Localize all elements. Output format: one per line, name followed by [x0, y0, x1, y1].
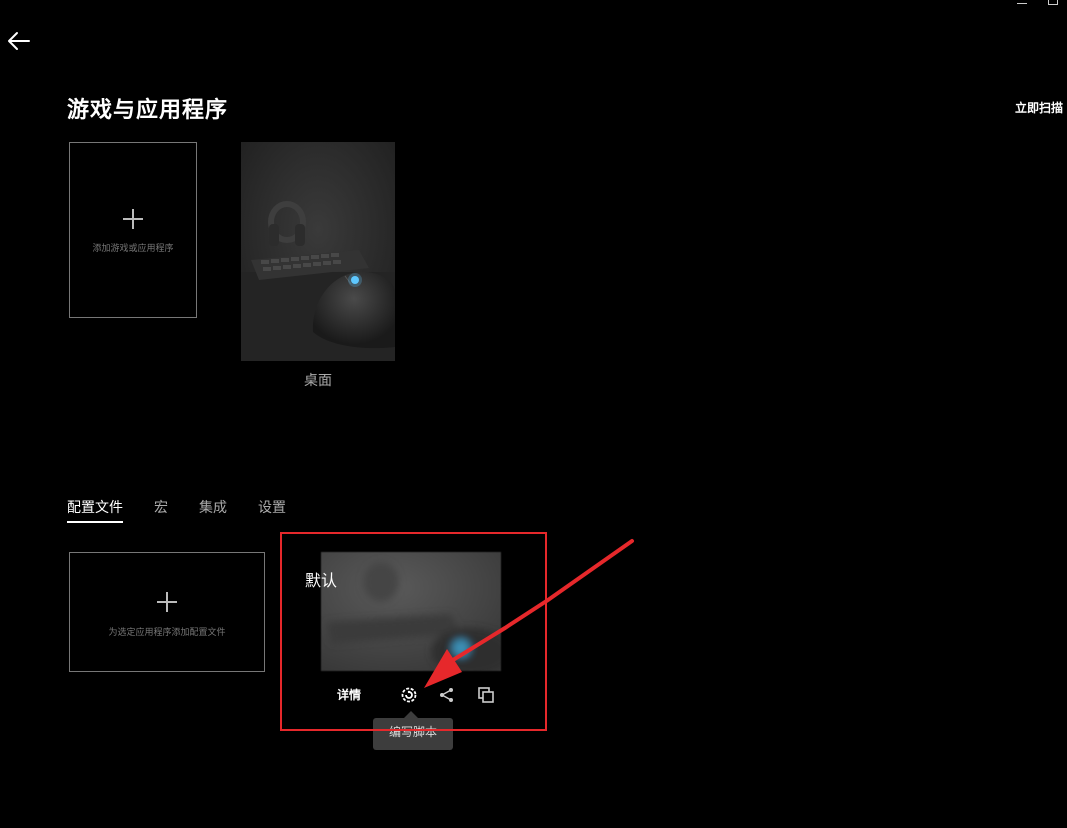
page-title: 游戏与应用程序 — [67, 98, 229, 123]
script-icon[interactable] — [398, 684, 420, 706]
desktop-app-card[interactable] — [241, 142, 395, 361]
maximize-icon[interactable] — [1047, 0, 1059, 6]
script-tooltip: 编写脚本 — [373, 718, 453, 750]
profile-thumbnail-image — [321, 552, 501, 671]
tab-integrations[interactable]: 集成 — [199, 497, 227, 523]
back-arrow-icon[interactable] — [6, 29, 32, 53]
profile-actions: 详情 — [330, 684, 510, 706]
app-window: 游戏与应用程序 立即扫描 添加游戏或应用程序 桌面 配置文件 宏 集成 设置 为… — [0, 0, 1067, 828]
profile-thumbnail[interactable] — [321, 552, 501, 671]
annotation-arrow-icon — [424, 539, 634, 688]
tooltip-arrow — [404, 711, 418, 718]
tab-profiles[interactable]: 配置文件 — [67, 497, 123, 523]
profile-tabs: 配置文件 宏 集成 设置 — [67, 497, 317, 523]
duplicate-icon[interactable] — [475, 684, 497, 706]
scan-now-link[interactable]: 立即扫描 — [1015, 99, 1063, 116]
tab-macros[interactable]: 宏 — [154, 497, 168, 523]
add-profile-label: 为选定应用程序添加配置文件 — [108, 628, 226, 638]
add-profile-card[interactable]: 为选定应用程序添加配置文件 — [69, 552, 265, 672]
profile-details-button[interactable]: 详情 — [337, 686, 361, 703]
desktop-app-label: 桌面 — [304, 373, 332, 389]
minimize-icon[interactable] — [1016, 0, 1028, 6]
tab-settings[interactable]: 设置 — [258, 497, 286, 523]
share-icon[interactable] — [436, 684, 458, 706]
add-game-card[interactable]: 添加游戏或应用程序 — [69, 142, 197, 318]
plus-icon — [157, 592, 177, 612]
add-game-label: 添加游戏或应用程序 — [92, 244, 174, 254]
profile-name: 默认 — [305, 571, 338, 590]
desktop-card-image — [241, 142, 395, 361]
plus-icon — [123, 209, 143, 229]
